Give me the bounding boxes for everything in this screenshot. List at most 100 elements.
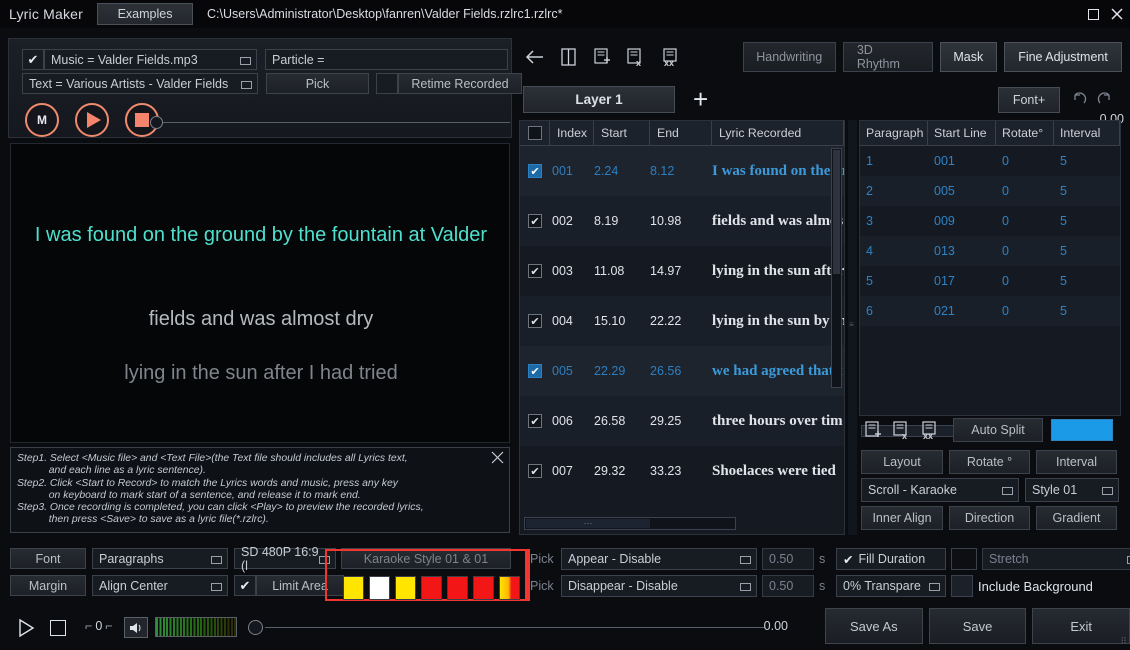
volume-knob[interactable]: [248, 620, 263, 635]
color-swatch[interactable]: [447, 576, 468, 600]
inner-align-button[interactable]: Inner Align: [861, 506, 943, 530]
music-file-select[interactable]: Music = Valder Fields.mp3: [44, 49, 257, 70]
preview-play-button[interactable]: [16, 618, 36, 643]
row-checkbox[interactable]: ✔: [528, 264, 542, 278]
row-checkbox[interactable]: ✔: [528, 214, 542, 228]
color-swatch[interactable]: [395, 576, 416, 600]
margin-button[interactable]: Margin: [10, 575, 86, 596]
delete-all-paragraphs-icon[interactable]: xx: [919, 420, 941, 440]
disappear-duration-input[interactable]: 0.50: [762, 575, 814, 597]
particle-field[interactable]: Particle =: [265, 49, 508, 70]
table-row[interactable]: 4 013 0 5: [860, 236, 1120, 266]
delete-all-lines-icon[interactable]: xx: [652, 47, 690, 67]
paragraphs-select[interactable]: Paragraphs: [92, 548, 228, 569]
column-index[interactable]: Index: [550, 121, 594, 145]
paragraph-color-swatch[interactable]: [1051, 419, 1113, 441]
column-lyric-recorded[interactable]: Lyric Recorded: [712, 121, 844, 145]
plus-icon[interactable]: +: [693, 86, 708, 112]
table-row[interactable]: ✔ 005 22.29 26.56 we had agreed that t: [520, 346, 844, 396]
add-paragraph-icon[interactable]: [863, 420, 883, 440]
color-swatch[interactable]: [369, 576, 390, 600]
color-swatch-gradient[interactable]: [499, 576, 520, 600]
retime-recorded-button[interactable]: Retime Recorded: [398, 73, 522, 94]
gradient-button[interactable]: Gradient: [1036, 506, 1117, 530]
color-swatch[interactable]: [473, 576, 494, 600]
table-row[interactable]: ✔ 004 15.10 22.22 lying in the sun by th: [520, 296, 844, 346]
table-row[interactable]: 1 001 0 5: [860, 146, 1120, 176]
column-end[interactable]: End: [650, 121, 712, 145]
back-arrow-icon[interactable]: [518, 48, 552, 66]
close-icon[interactable]: [1110, 7, 1124, 21]
paragraph-table[interactable]: Paragraph Start Line Rotate° Interval 1 …: [859, 120, 1121, 416]
lyric-table-horizontal-scrollbar[interactable]: ⋯: [524, 517, 736, 530]
mask-button[interactable]: Mask: [939, 42, 998, 72]
resolution-select[interactable]: SD 480P 16:9 (l: [234, 545, 336, 573]
add-line-icon[interactable]: [585, 47, 619, 67]
delete-paragraph-icon[interactable]: x: [891, 420, 911, 440]
scrollbar-thumb[interactable]: ⋯: [526, 518, 650, 528]
pick-text-button[interactable]: Pick: [266, 73, 369, 94]
3d-rhythm-button[interactable]: 3D Rhythm: [842, 42, 933, 72]
font-button[interactable]: Font: [10, 548, 86, 569]
row-checkbox[interactable]: ✔: [528, 314, 542, 328]
handwriting-button[interactable]: Handwriting: [742, 42, 836, 72]
scrollbar-thumb[interactable]: [833, 150, 840, 274]
column-paragraph[interactable]: Paragraph: [860, 121, 928, 145]
column-interval[interactable]: Interval: [1054, 121, 1120, 145]
align-select[interactable]: Align Center: [92, 575, 228, 596]
top-seek-slider[interactable]: [150, 114, 510, 130]
row-checkbox[interactable]: ✔: [528, 364, 542, 378]
stretch-select[interactable]: Stretch: [982, 548, 1130, 570]
column-start-line[interactable]: Start Line: [928, 121, 996, 145]
color-swatch[interactable]: [421, 576, 442, 600]
color-swatch[interactable]: [343, 576, 364, 600]
maximize-icon[interactable]: [1086, 7, 1100, 21]
table-row[interactable]: 5 017 0 5: [860, 266, 1120, 296]
include-background-checkbox[interactable]: [951, 575, 973, 597]
page-icon[interactable]: [552, 47, 586, 67]
table-row[interactable]: 2 005 0 5: [860, 176, 1120, 206]
table-row[interactable]: 3 009 0 5: [860, 206, 1120, 236]
play-button[interactable]: [75, 103, 109, 137]
lyric-table[interactable]: Index Start End Lyric Recorded ✔ 001 2.2…: [519, 120, 845, 535]
rotate-button[interactable]: Rotate °: [949, 450, 1030, 474]
save-button[interactable]: Save: [928, 608, 1027, 644]
center-panel-splitter[interactable]: ≡: [848, 120, 857, 535]
select-all-checkbox[interactable]: [527, 126, 542, 140]
style-select[interactable]: Style 01: [1025, 478, 1119, 502]
text-file-select[interactable]: Text = Various Artists - Valder Fields: [22, 73, 258, 94]
fill-duration-toggle[interactable]: ✔ Fill Duration: [836, 548, 946, 570]
loop-counter[interactable]: ⌐ 0 ⌐: [85, 619, 113, 633]
disappear-effect-select[interactable]: Disappear - Disable: [561, 575, 757, 597]
transparency-select[interactable]: 0% Transpare: [836, 575, 946, 597]
limit-area-checkbox[interactable]: ✔: [234, 575, 256, 596]
table-row[interactable]: ✔ 001 2.24 8.12 I was found on the gr: [520, 146, 844, 196]
fine-adjustment-button[interactable]: Fine Adjustment: [1004, 42, 1123, 72]
column-start[interactable]: Start: [594, 121, 650, 145]
lyric-preview-canvas[interactable]: I was found on the ground by the fountai…: [10, 143, 510, 443]
fill-color-swatch[interactable]: [951, 548, 977, 570]
table-row[interactable]: ✔ 007 29.32 33.23 Shoelaces were tied: [520, 446, 844, 496]
appear-effect-select[interactable]: Appear - Disable: [561, 548, 757, 570]
fill-duration-checkbox[interactable]: ✔: [843, 552, 853, 567]
auto-split-button[interactable]: Auto Split: [953, 418, 1043, 442]
retime-recorded-checkbox[interactable]: [376, 73, 398, 94]
delete-line-icon[interactable]: x: [619, 47, 653, 67]
volume-track[interactable]: [265, 627, 765, 628]
table-row[interactable]: 6 021 0 5: [860, 296, 1120, 326]
direction-button[interactable]: Direction: [949, 506, 1030, 530]
lyric-table-vertical-scrollbar[interactable]: [831, 148, 842, 388]
undo-icon[interactable]: [1070, 90, 1089, 112]
examples-button[interactable]: Examples: [97, 3, 194, 25]
scroll-mode-select[interactable]: Scroll - Karaoke: [861, 478, 1019, 502]
mark-record-button[interactable]: M: [25, 103, 59, 137]
interval-button[interactable]: Interval: [1036, 450, 1117, 474]
layer-tab-1[interactable]: Layer 1: [523, 86, 675, 113]
layout-button[interactable]: Layout: [861, 450, 943, 474]
speaker-icon[interactable]: [124, 617, 148, 638]
table-row[interactable]: ✔ 006 26.58 29.25 three hours over tim: [520, 396, 844, 446]
seek-knob[interactable]: [150, 115, 163, 129]
music-enable-checkbox[interactable]: ✔: [22, 49, 44, 70]
row-checkbox[interactable]: ✔: [528, 414, 542, 428]
preview-stop-button[interactable]: [50, 620, 66, 636]
